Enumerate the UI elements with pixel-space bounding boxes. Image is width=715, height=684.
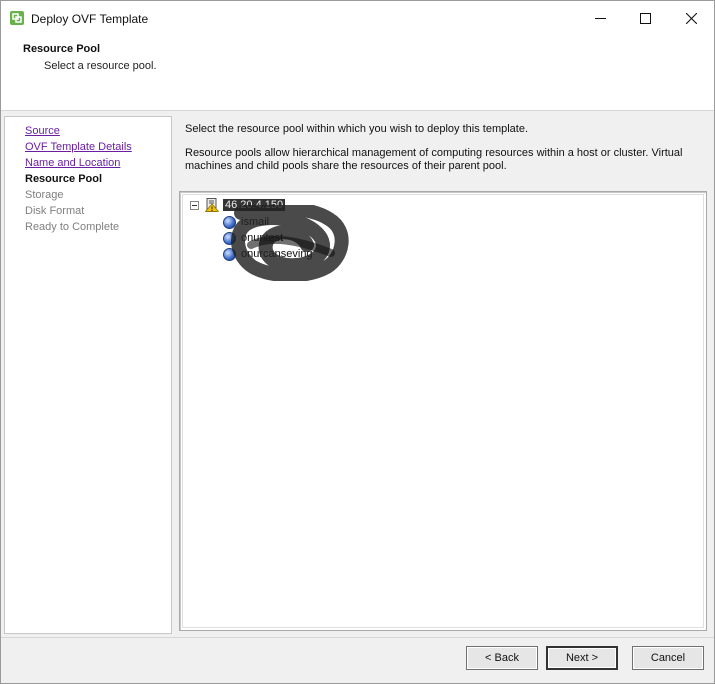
tree-viewport: 46.20.4.150 ismail onuntest onurcansevin… (182, 194, 704, 628)
minimize-icon (594, 17, 606, 19)
close-button[interactable] (668, 1, 714, 35)
pool-label: onurcanseving (241, 248, 313, 260)
step-storage: Storage (25, 189, 64, 201)
vsphere-app-icon (10, 11, 24, 25)
resource-pool-tree[interactable]: 46.20.4.150 ismail onuntest onurcansevin… (179, 191, 707, 631)
instruction-text: Select the resource pool within which yo… (185, 123, 529, 135)
step-ready-to-complete: Ready to Complete (25, 221, 120, 233)
wizard-steps: Source OVF Template Details Name and Loc… (4, 116, 172, 634)
warning-host-icon (205, 198, 219, 212)
minimize-button[interactable] (577, 1, 623, 35)
step-name-and-location[interactable]: Name and Location (25, 156, 120, 170)
maximize-icon (639, 12, 651, 24)
close-icon (685, 12, 697, 24)
page-title: Resource Pool (23, 43, 101, 55)
resource-pool-icon (223, 232, 236, 245)
resource-pool-icon (223, 248, 236, 261)
back-button[interactable]: < Back (466, 646, 538, 670)
step-ovf-template-details[interactable]: OVF Template Details (25, 140, 132, 154)
step-resource-pool: Resource Pool (25, 173, 103, 185)
next-button[interactable]: Next > (546, 646, 618, 670)
wizard-content: Source OVF Template Details Name and Loc… (1, 111, 714, 637)
resource-pool-icon (223, 216, 236, 229)
title-bar: Deploy OVF Template (1, 1, 714, 35)
host-node-label[interactable]: 46.20.4.150 (223, 199, 286, 211)
pool-label: ismail (241, 216, 270, 228)
wizard-footer: < Back Next > Cancel (1, 637, 714, 683)
window-title: Deploy OVF Template (31, 12, 149, 26)
collapse-toggle[interactable] (190, 201, 199, 210)
step-source[interactable]: Source (25, 124, 60, 138)
step-disk-format: Disk Format (25, 205, 85, 217)
deploy-ovf-window: Deploy OVF Template Resource Pool Select… (0, 0, 715, 684)
wizard-header: Resource Pool Select a resource pool. (1, 35, 714, 111)
description-text: Resource pools allow hierarchical manage… (185, 147, 683, 172)
cancel-button[interactable]: Cancel (632, 646, 704, 670)
maximize-button[interactable] (622, 1, 668, 35)
pool-label: onuntest (241, 232, 284, 244)
page-subtitle: Select a resource pool. (44, 60, 157, 72)
